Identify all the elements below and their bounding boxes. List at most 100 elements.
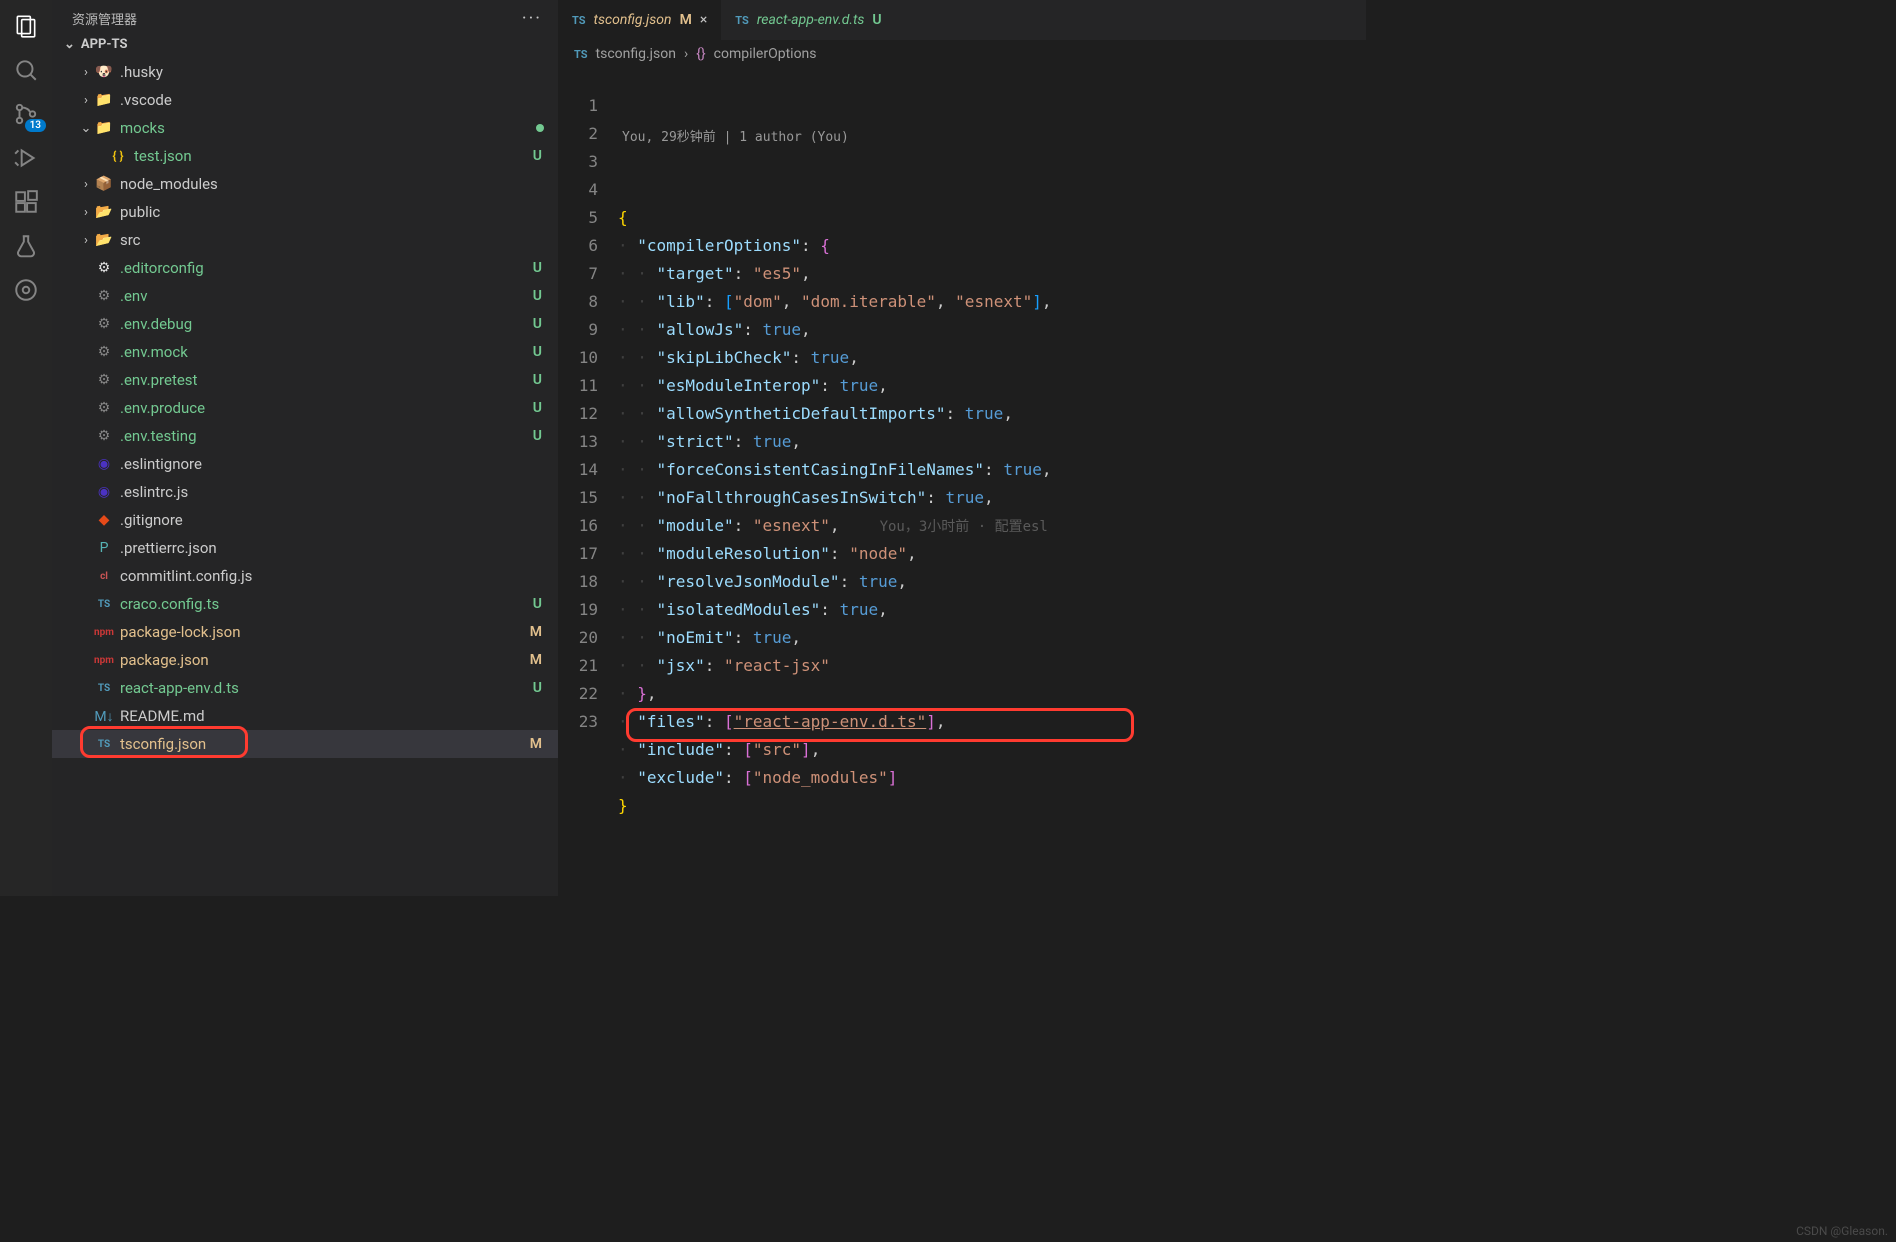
file-name: .editorconfig [120, 259, 533, 277]
md-icon: M↓ [94, 706, 114, 726]
folder-item[interactable]: ⌄📁mocks [52, 114, 558, 142]
git-status: U [533, 428, 544, 444]
folder-src-icon: 📂 [94, 230, 114, 250]
file-item[interactable]: M↓ README.md [52, 702, 558, 730]
folder-public-icon: 📂 [94, 202, 114, 222]
file-item[interactable]: ⚙ .env.testingU [52, 422, 558, 450]
file-name: .env.mock [120, 343, 533, 361]
search-icon[interactable] [12, 56, 40, 84]
file-name: .eslintignore [120, 455, 544, 473]
editor-tab[interactable]: TStsconfig.jsonM× [558, 0, 721, 40]
file-name: test.json [134, 147, 533, 165]
chevron-icon: ⌄ [78, 121, 94, 136]
source-control-icon[interactable]: 13 [12, 100, 40, 128]
file-item[interactable]: npmpackage-lock.jsonM [52, 618, 558, 646]
chevron-icon: › [78, 177, 94, 192]
more-icon[interactable]: ··· [522, 8, 542, 29]
explorer-sidebar: 资源管理器 ··· ⌄ APP-TS ›🐶.husky›📁.vscode⌄📁mo… [52, 0, 558, 896]
file-item[interactable]: ◉.eslintrc.js [52, 478, 558, 506]
gitlens-annotation: You，3小时前 · 配置esl [880, 519, 1048, 535]
explorer-icon[interactable] [12, 12, 40, 40]
file-item[interactable]: TS react-app-env.d.tsU [52, 674, 558, 702]
file-name: craco.config.ts [120, 595, 533, 613]
file-item[interactable]: ⚙.env.produceU [52, 394, 558, 422]
file-name: .env.debug [120, 315, 533, 333]
breadcrumb-symbol: compilerOptions [714, 46, 817, 62]
project-name: APP-TS [81, 37, 128, 52]
chevron-icon: › [78, 233, 94, 248]
explorer-title: 资源管理器 [72, 9, 137, 28]
scm-badge: 13 [25, 119, 46, 132]
file-tree: ›🐶.husky›📁.vscode⌄📁mocks{ }test.jsonU›📦n… [52, 58, 558, 896]
folder-item[interactable]: ›🐶.husky [52, 58, 558, 86]
file-name: public [120, 203, 544, 221]
file-item[interactable]: TScraco.config.tsU [52, 590, 558, 618]
folder-item[interactable]: ›📁.vscode [52, 86, 558, 114]
tab-label: react-app-env.d.ts [757, 12, 865, 28]
file-item[interactable]: ◆.gitignore [52, 506, 558, 534]
file-item[interactable]: ⚙.env.pretestU [52, 366, 558, 394]
code-content[interactable]: You, 29秒钟前 | 1 author (You) {· "compiler… [618, 68, 1366, 896]
git-status: U [533, 596, 544, 612]
breadcrumb-file: tsconfig.json [596, 46, 676, 62]
file-name: react-app-env.d.ts [120, 679, 533, 697]
file-item[interactable]: P.prettierrc.json [52, 534, 558, 562]
file-name: .gitignore [120, 511, 544, 529]
testing-icon[interactable] [12, 232, 40, 260]
brace-icon: {} [696, 46, 705, 62]
file-name: .env.testing [120, 427, 533, 445]
file-item[interactable]: { }test.jsonU [52, 142, 558, 170]
commitlint-icon: cl [94, 566, 114, 586]
gear-icon: ⚙ [94, 426, 114, 446]
gear-icon: ⚙ [94, 286, 114, 306]
editor-tabs: TS tsconfig.json M × TS react-app-env.d.ts U [558, 0, 1366, 40]
codelens[interactable]: You, 29秒钟前 | 1 author (You) [618, 124, 1366, 148]
file-name: commitlint.config.js [120, 567, 544, 585]
folder-mock-icon: 📁 [94, 118, 114, 138]
file-item[interactable]: ⚙.env.mockU [52, 338, 558, 366]
git-status: M [530, 652, 544, 668]
file-item[interactable]: ◉.eslintignore [52, 450, 558, 478]
close-icon[interactable]: × [700, 12, 707, 28]
tab-label: tsconfig.json [594, 12, 672, 28]
file-item[interactable]: cl commitlint.config.js [52, 562, 558, 590]
extensions-icon[interactable] [12, 188, 40, 216]
git-status: U [533, 316, 544, 332]
file-name: README.md [120, 707, 544, 725]
git-status: U [533, 680, 544, 696]
folder-vscode-icon: 📁 [94, 90, 114, 110]
ts-icon: TS [735, 14, 749, 27]
file-item[interactable]: ⚙.editorconfigU [52, 254, 558, 282]
git-status: M [530, 736, 544, 752]
folder-item[interactable]: ›📂 public [52, 198, 558, 226]
file-item[interactable]: TStsconfig.jsonM [52, 730, 558, 758]
line-numbers: 1234567891011121314151617181920212223 [558, 68, 618, 896]
chevron-right-icon: › [684, 46, 688, 62]
file-name: node_modules [120, 175, 544, 193]
file-item[interactable]: ⚙.envU [52, 282, 558, 310]
ts-icon: TS [94, 678, 114, 698]
file-name: .prettierrc.json [120, 539, 544, 557]
chevron-icon: › [78, 205, 94, 220]
npm-icon: npm [94, 622, 114, 642]
debug-icon[interactable] [12, 144, 40, 172]
folder-item[interactable]: ›📂src [52, 226, 558, 254]
folder-node-icon: 📦 [94, 174, 114, 194]
folder-item[interactable]: ›📦 node_modules [52, 170, 558, 198]
gear-icon: ⚙ [94, 370, 114, 390]
tab-status: M [680, 12, 692, 28]
file-name: .env [120, 287, 533, 305]
file-name: tsconfig.json [120, 735, 530, 753]
tab-status: U [872, 12, 881, 28]
file-item[interactable]: npmpackage.jsonM [52, 646, 558, 674]
git-status: M [530, 624, 544, 640]
file-item[interactable]: ⚙.env.debugU [52, 310, 558, 338]
editor-tab[interactable]: TS react-app-env.d.ts U [721, 0, 895, 40]
code-editor[interactable]: 1234567891011121314151617181920212223 Yo… [558, 68, 1366, 896]
git-status [536, 124, 544, 132]
chevron-icon: › [78, 93, 94, 108]
breadcrumb[interactable]: TS tsconfig.json › {} compilerOptions [558, 40, 1366, 68]
gitlens-icon[interactable] [12, 276, 40, 304]
file-name: package.json [120, 651, 530, 669]
project-header[interactable]: ⌄ APP-TS [52, 33, 558, 58]
